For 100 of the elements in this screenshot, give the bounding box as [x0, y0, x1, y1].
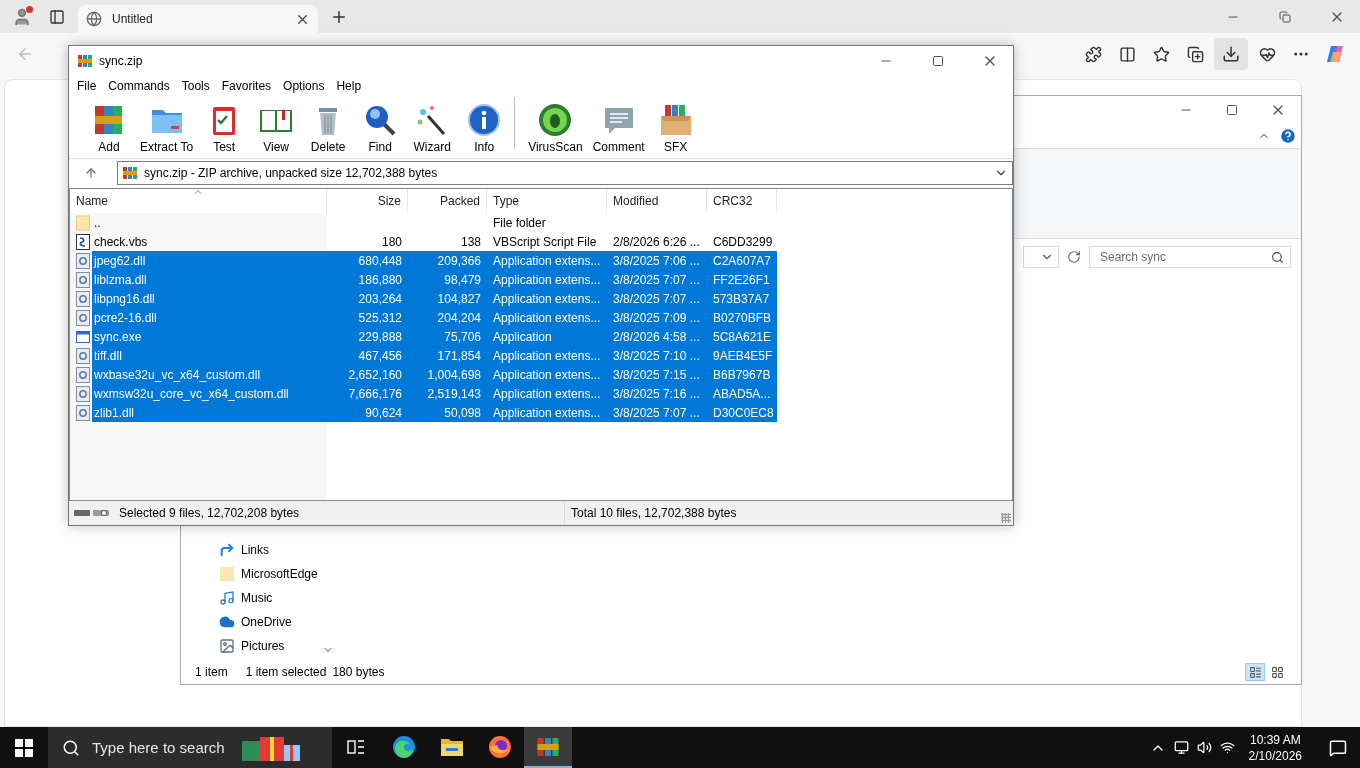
toolbar-button[interactable]: Test [198, 102, 251, 154]
table-cell-text: sync.exe [93, 329, 143, 344]
table-cell-text: FF2E26F1 [712, 272, 771, 287]
table-cell-text: B0270BFB [712, 310, 773, 325]
clock[interactable]: 10:39 AM 2/10/2026 [1242, 731, 1308, 764]
table-cell-text: zlib1.dll [93, 405, 136, 420]
meeting-icon[interactable] [1173, 740, 1189, 755]
table-cell-text: 525,312 [357, 310, 403, 325]
column-header[interactable]: Size [327, 189, 408, 213]
table-cell-text: Application extens... [492, 253, 602, 268]
gear-file-icon [76, 309, 90, 326]
nav-item[interactable]: Pictures [219, 634, 285, 658]
nav-item[interactable]: Links [219, 538, 269, 562]
table-cell-text: 3/8/2025 7:16 ... [612, 386, 701, 401]
toolbar-button[interactable]: Info [458, 102, 511, 154]
column-header[interactable]: Name [70, 189, 327, 213]
gear-file-icon [76, 252, 90, 269]
menu-item[interactable]: Commands [102, 79, 176, 93]
table-cell-text: 2,519,143 [426, 386, 482, 401]
menu-item[interactable]: Options [277, 79, 331, 93]
column-header[interactable]: Packed [408, 189, 487, 213]
table-cell-text: 209,366 [436, 253, 482, 268]
column-header[interactable]: Modified [607, 189, 707, 213]
table-cell-text: VBScript Script File [492, 234, 598, 249]
toolbar-button[interactable]: SFX [649, 102, 702, 154]
refresh-icon[interactable] [1067, 250, 1081, 264]
file-row[interactable]: liblzma.dll 186,880 98,479 Application extens... 3/8/2025 7:07 ... FF2E26F1 [92, 270, 777, 289]
file-row[interactable]: zlib1.dll 90,624 50,098 Application extens... 3/8/2025 7:07 ... D30C0EC8 [92, 403, 777, 422]
menu-item[interactable]: Favorites [215, 79, 278, 93]
archive-icon [77, 53, 93, 69]
total-status: Total 10 files, 12,702,388 bytes [570, 506, 738, 520]
file-row[interactable]: tiff.dll 467,456 171,854 Application extens... 3/8/2025 7:10 ... 9AEB4E5F [92, 346, 777, 365]
edge-icon [392, 734, 416, 759]
toolbar-button[interactable]: VirusScan [523, 102, 588, 154]
toolbar-button[interactable]: Extract To [135, 102, 199, 154]
table-cell-text: jpeg62.dll [92, 253, 147, 268]
volume-icon[interactable] [1196, 740, 1212, 755]
file-row[interactable]: wxmsw32u_core_vc_x64_custom.dll 7,666,176 2,519,143 Application extens... 3/8/2025 7:16 ... ABAD5A... [92, 384, 777, 403]
folder-icon [219, 566, 235, 582]
download-icon[interactable] [1214, 38, 1248, 70]
file-row[interactable]: .. File folder [92, 213, 777, 232]
network-icon[interactable] [1219, 740, 1235, 755]
taskbar-app[interactable] [524, 727, 572, 768]
selection-info: 1 item selected [245, 665, 327, 679]
table-cell-text: D30C0EC8 [712, 405, 775, 420]
menu-item[interactable]: File [71, 79, 103, 93]
search-input[interactable]: Search sync [1098, 249, 1271, 265]
nav-item[interactable]: OneDrive [219, 610, 292, 634]
path-combobox[interactable]: sync.zip - ZIP archive, unpacked size 12,702,388 bytes [117, 161, 1013, 185]
table-cell-text: 138 [459, 234, 482, 249]
table-cell-text: 3/8/2025 7:06 ... [612, 253, 701, 268]
tab-title: Untitled [112, 12, 154, 26]
gear-file-icon [76, 347, 90, 364]
toolbar-button[interactable]: Comment [587, 102, 650, 154]
file-row[interactable]: check.vbs 180 138 VBScript Script File 2/8/2026 6:26 ... C6DD3299 [92, 232, 777, 251]
table-cell-text: 203,264 [357, 291, 403, 306]
windows-logo-icon[interactable] [15, 738, 33, 757]
nav-item[interactable]: Music [219, 586, 273, 610]
file-row[interactable]: jpeg62.dll 680,448 209,366 Application extens... 3/8/2025 7:06 ... C2A607A7 [92, 251, 777, 270]
window-icon [76, 329, 90, 344]
column-header[interactable]: CRC32 [707, 189, 777, 213]
table-cell-text: 180 [380, 234, 403, 249]
nav-item[interactable]: MicrosoftEdge [219, 562, 318, 586]
table-cell-text: 573B37A7 [712, 291, 771, 306]
cloud-icon [219, 614, 235, 630]
file-row[interactable]: wxbase32u_vc_x64_custom.dll 2,652,160 1,004,698 Application extens... 3/8/2025 7:15 ... B6B7967B [92, 365, 777, 384]
table-cell-text: Application extens... [492, 386, 602, 401]
gear-file-icon [76, 271, 90, 288]
toolbar-button[interactable]: Delete [302, 102, 355, 154]
table-cell-text: 7,666,176 [347, 386, 403, 401]
browser-tab[interactable]: Untitled [78, 5, 318, 33]
table-cell-text: 467,456 [357, 348, 403, 363]
table-cell-text: 204,204 [436, 310, 482, 325]
toolbar-button[interactable]: Find [354, 102, 407, 154]
toolbar-button[interactable]: Wizard [406, 102, 459, 154]
drive-icon [73, 508, 111, 518]
search-field[interactable]: Search sync [1089, 246, 1291, 268]
toolbar-button[interactable]: Add [83, 102, 135, 154]
help-icon[interactable] [1279, 126, 1297, 145]
column-header[interactable]: Type [487, 189, 607, 213]
table-cell-text: 3/8/2025 7:15 ... [612, 367, 701, 382]
table-cell-text: Application [492, 329, 553, 344]
table-cell-text: 680,448 [357, 253, 403, 268]
table-cell-text: liblzma.dll [93, 272, 148, 287]
resize-grip[interactable] [1001, 513, 1011, 523]
table-cell-text: File folder [492, 215, 547, 230]
search-icon[interactable] [1271, 250, 1284, 264]
table-cell-text: 75,706 [443, 329, 482, 344]
file-row[interactable]: sync.exe 229,888 75,706 Application 2/8/2026 4:58 ... 5C8A621E [92, 327, 777, 346]
menu-item[interactable]: Tools [175, 79, 216, 93]
firefox-icon [488, 734, 512, 759]
file-row[interactable]: libpng16.dll 203,264 104,827 Application extens... 3/8/2025 7:07 ... 573B37A7 [92, 289, 777, 308]
table-cell-text: 104,827 [436, 291, 482, 306]
file-row[interactable]: pcre2-16.dll 525,312 204,204 Application extens... 3/8/2025 7:09 ... B0270BFB [92, 308, 777, 327]
menu-item[interactable]: Help [330, 79, 368, 93]
toolbar-button[interactable]: View [250, 102, 303, 154]
search-icon[interactable] [62, 738, 80, 757]
gear-file-icon [76, 366, 90, 383]
table-cell-text: 3/8/2025 7:10 ... [612, 348, 701, 363]
details-view-icon[interactable] [1245, 663, 1265, 681]
